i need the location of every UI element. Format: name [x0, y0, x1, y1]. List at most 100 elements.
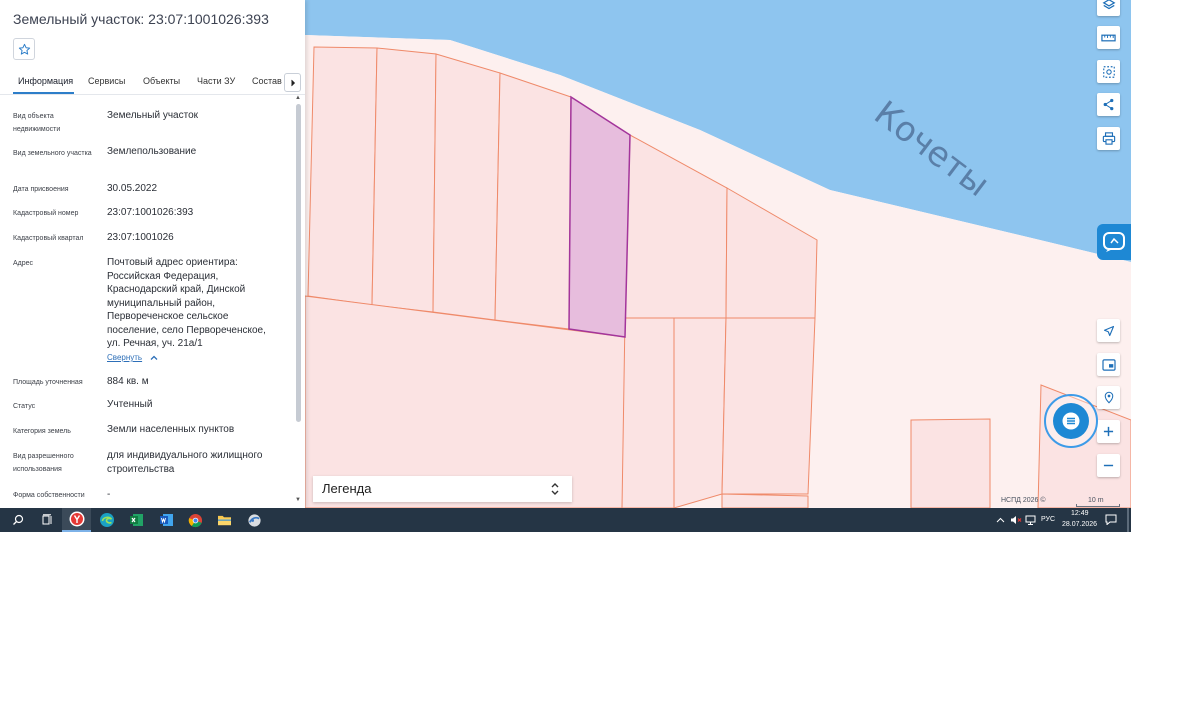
field-value-parcel-type: Землепользование — [107, 146, 197, 157]
network-icon[interactable] — [1025, 515, 1036, 525]
field-value-assign-date: 30.05.2022 — [107, 183, 158, 194]
taskbar-edge[interactable] — [92, 508, 121, 532]
tab-info[interactable]: Информация — [18, 76, 73, 86]
field-label-assign-date: Дата присвоения — [13, 186, 69, 193]
parcel — [371, 47, 437, 313]
field-label-permitted-use: Вид разрешенного использования — [13, 453, 74, 473]
search-icon — [12, 514, 23, 525]
map-attribution: НСПД 2026 © — [1001, 497, 1046, 504]
location-pin-button[interactable] — [1097, 386, 1120, 409]
tab-parts[interactable]: Части ЗУ — [197, 76, 235, 86]
panel-scrollbar[interactable] — [296, 104, 301, 422]
share-button[interactable] — [1097, 93, 1120, 116]
field-value-status: Учтенный — [107, 399, 153, 410]
printer-icon — [1102, 132, 1115, 145]
print-button[interactable] — [1097, 127, 1120, 150]
taskbar-excel[interactable] — [122, 508, 151, 532]
notifications-icon[interactable] — [1105, 514, 1117, 525]
area-select-button[interactable] — [1097, 60, 1120, 83]
tabs-next-button[interactable] — [284, 73, 301, 92]
ruler-button[interactable] — [1097, 26, 1120, 49]
scale-bar — [1076, 504, 1120, 507]
field-value-address: Почтовый адрес ориентира: Российская Фед… — [107, 257, 266, 349]
parcel — [494, 72, 572, 330]
panel-title: Земельный участок: 23:07:1001026:393 — [13, 11, 269, 27]
tray-chevron-icon[interactable] — [996, 516, 1005, 524]
geolocation-button[interactable] — [1097, 319, 1120, 342]
parcel — [621, 317, 675, 508]
minus-icon — [1103, 464, 1114, 467]
field-label-address: Адрес — [13, 260, 34, 267]
tabs-divider — [0, 94, 305, 95]
tab-objects[interactable]: Объекты — [143, 76, 180, 86]
field-value-area: 884 кв. м — [107, 376, 149, 387]
tab-services[interactable]: Сервисы — [88, 76, 125, 86]
parcel — [721, 317, 816, 495]
chevron-up-icon[interactable] — [149, 353, 159, 363]
input-language[interactable]: РУС — [1041, 516, 1055, 523]
excel-icon — [130, 514, 143, 526]
favorite-button[interactable] — [13, 38, 35, 60]
layers-button[interactable] — [1097, 0, 1120, 16]
picture-in-picture-icon — [1101, 358, 1116, 371]
field-value-cadastral-number: 23:07:1001026:393 — [107, 207, 194, 218]
taskbar-word[interactable] — [152, 508, 181, 532]
taskbar-yandex-browser[interactable] — [62, 508, 91, 532]
taskbar-chrome[interactable] — [181, 508, 210, 532]
field-value-land-category: Земли населенных пунктов — [107, 424, 235, 435]
field-label-status: Статус — [13, 403, 36, 410]
minimap-button[interactable] — [1097, 353, 1120, 376]
field-value-object-type: Земельный участок — [107, 110, 199, 121]
tab-composition[interactable]: Состав — [252, 76, 282, 86]
clock-time[interactable]: 12:49 — [1071, 510, 1089, 517]
plus-icon — [1103, 426, 1114, 437]
chevron-right-icon — [290, 79, 295, 86]
navigation-arrow-icon — [1103, 325, 1114, 336]
parcel — [432, 53, 501, 321]
app-icon — [248, 513, 261, 527]
scale-label: 10 m — [1088, 497, 1104, 504]
selected-parcel[interactable] — [568, 95, 631, 338]
zoom-in-button[interactable] — [1097, 420, 1120, 443]
field-label-cadastral-quarter: Кадастровый квартал — [13, 235, 84, 242]
parcel — [673, 317, 727, 508]
legend-label: Легенда — [322, 481, 372, 496]
info-panel: Земельный участок: 23:07:1001026:393 Инф… — [0, 0, 305, 508]
task-view-button[interactable] — [32, 508, 61, 532]
location-pin-icon — [1104, 391, 1113, 404]
taskbar-search-button[interactable] — [3, 508, 32, 532]
zoom-out-button[interactable] — [1097, 454, 1120, 477]
star-icon — [18, 43, 30, 55]
parcel — [910, 418, 991, 508]
legend-dropdown[interactable]: Легенда — [313, 476, 572, 502]
yandex-browser-icon — [69, 511, 84, 527]
parcel — [307, 46, 378, 306]
folder-icon — [218, 515, 231, 525]
active-tab-indicator — [13, 92, 74, 94]
taskbar-app[interactable] — [240, 508, 269, 532]
area-select-icon — [1102, 65, 1115, 78]
field-label-land-category: Категория земель — [13, 428, 71, 435]
share-icon — [1103, 98, 1114, 111]
show-desktop-button[interactable] — [1127, 508, 1129, 532]
screen: Кочеты Земельный участок: 23:07:1001026:… — [0, 0, 1131, 532]
scroll-up-arrow[interactable]: ▲ — [295, 95, 301, 101]
field-label-cadastral-number: Кадастровый номер — [13, 210, 79, 217]
field-value-cadastral-quarter: 23:07:1001026 — [107, 232, 174, 243]
volume-muted-icon[interactable] — [1010, 515, 1022, 525]
field-label-parcel-type: Вид земельного участка — [13, 150, 92, 157]
collapse-link[interactable]: Свернуть — [107, 353, 142, 362]
scroll-down-arrow[interactable]: ▼ — [295, 497, 301, 503]
parcel — [721, 493, 809, 508]
clock-date[interactable]: 28.07.2026 — [1062, 521, 1097, 528]
side-widget-tab[interactable] — [1097, 224, 1131, 260]
field-label-area: Площадь уточненная — [13, 379, 83, 386]
expand-collapse-icon — [551, 483, 559, 495]
chrome-icon — [188, 513, 203, 527]
task-view-icon — [42, 514, 51, 525]
chat-bubble-icon — [1103, 232, 1125, 252]
taskbar: РУС 12:49 28.07.2026 — [0, 508, 1131, 532]
taskbar-file-explorer[interactable] — [210, 508, 239, 532]
field-value-ownership: - — [107, 489, 111, 500]
chat-assistant-button[interactable] — [1044, 394, 1098, 448]
